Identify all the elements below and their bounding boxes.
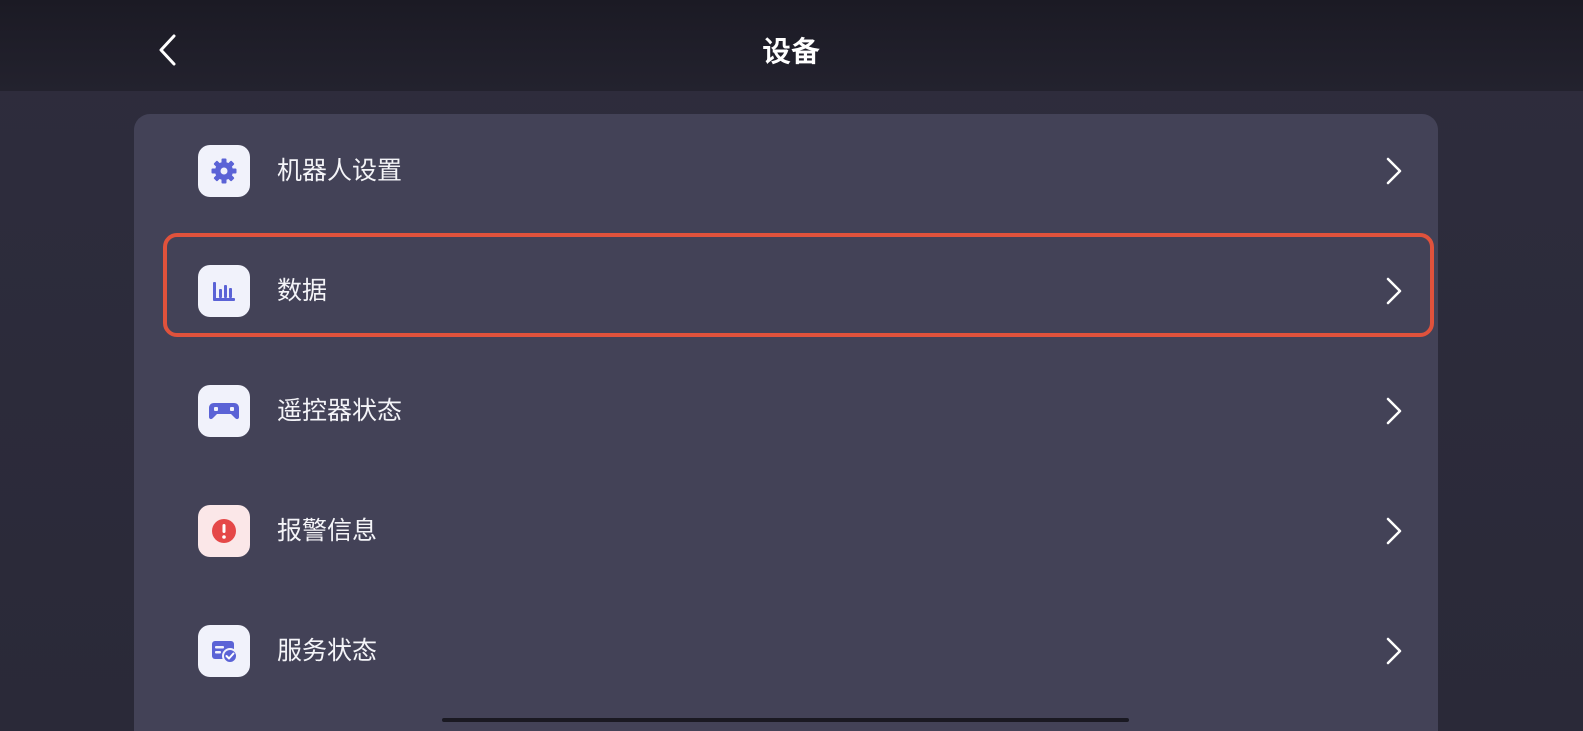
menu-item-label: 数据 <box>277 276 328 305</box>
menu-item-remote-status[interactable]: 遥控器状态 <box>134 354 1438 466</box>
device-screen: 设备 机器人设置 数据 遥控器状态 报警信息 服务状态 <box>0 0 1583 731</box>
icon-tile <box>198 625 250 677</box>
menu-item-label: 机器人设置 <box>277 156 403 185</box>
page-title: 设备 <box>762 35 821 68</box>
menu-item-label: 遥控器状态 <box>277 396 403 425</box>
icon-tile <box>198 385 250 437</box>
chevron-right-icon <box>1382 396 1406 426</box>
alert-icon <box>212 519 236 543</box>
chevron-right-icon <box>1382 276 1406 306</box>
settings-panel: 机器人设置 数据 遥控器状态 报警信息 服务状态 <box>134 114 1438 731</box>
menu-item-service-status[interactable]: 服务状态 <box>134 594 1438 706</box>
icon-tile <box>198 265 250 317</box>
icon-tile <box>198 505 250 557</box>
chevron-right-icon <box>1382 156 1406 186</box>
home-indicator <box>442 718 1129 722</box>
service-check-icon <box>212 641 238 664</box>
gear-icon <box>211 158 237 184</box>
menu-item-label: 报警信息 <box>277 516 378 545</box>
menu-item-robot-settings[interactable]: 机器人设置 <box>134 114 1438 226</box>
menu-item-alarm-info[interactable]: 报警信息 <box>134 474 1438 586</box>
bar-chart-icon <box>213 282 235 301</box>
icon-tile <box>198 145 250 197</box>
menu-item-label: 服务状态 <box>277 636 378 665</box>
chevron-right-icon <box>1382 516 1406 546</box>
chevron-right-icon <box>1382 636 1406 666</box>
menu-item-data[interactable]: 数据 <box>134 234 1438 346</box>
gamepad-icon <box>209 403 239 420</box>
top-bar: 设备 <box>0 0 1583 91</box>
